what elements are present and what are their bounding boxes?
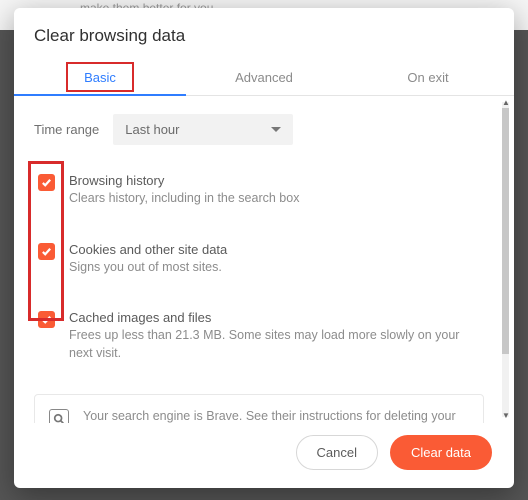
cancel-button-label: Cancel — [317, 445, 357, 460]
check-icon — [41, 246, 52, 257]
option-title: Cookies and other site data — [69, 242, 484, 257]
option-browsing-history: Browsing history Clears history, includi… — [34, 167, 490, 214]
search-engine-note-text: Your search engine is Brave. See their i… — [83, 407, 469, 423]
caret-down-icon — [271, 127, 281, 132]
scrollbar-down-icon: ▼ — [502, 411, 509, 421]
dialog-title: Clear browsing data — [34, 26, 494, 46]
option-cached: Cached images and files Frees up less th… — [34, 304, 490, 368]
dialog-scroll-area: Time range Last hour Browsing history Cl… — [14, 96, 498, 423]
vertical-scrollbar[interactable]: ▲ ▼ — [502, 102, 509, 417]
option-text: Cookies and other site data Signs you ou… — [69, 242, 484, 277]
scrollbar-thumb[interactable] — [502, 108, 509, 354]
time-range-row: Time range Last hour — [34, 114, 490, 145]
dialog-footer: Cancel Clear data — [14, 423, 514, 488]
scrollbar-up-icon: ▲ — [502, 98, 509, 108]
search-engine-note: Your search engine is Brave. See their i… — [34, 394, 484, 423]
tab-advanced-label: Advanced — [235, 70, 293, 85]
time-range-value: Last hour — [125, 122, 179, 137]
tab-on-exit[interactable]: On exit — [346, 58, 510, 95]
options-list: Browsing history Clears history, includi… — [34, 167, 490, 368]
option-title: Browsing history — [69, 173, 484, 188]
tab-on-exit-label: On exit — [407, 70, 448, 85]
dialog-header: Clear browsing data — [14, 8, 514, 54]
tab-advanced[interactable]: Advanced — [182, 58, 346, 95]
dialog-tabs: Basic Advanced On exit — [14, 58, 514, 96]
option-desc: Signs you out of most sites. — [69, 259, 484, 277]
time-range-label: Time range — [34, 122, 99, 137]
option-desc: Clears history, including in the search … — [69, 190, 484, 208]
clear-data-button-label: Clear data — [411, 445, 471, 460]
check-icon — [41, 314, 52, 325]
clear-browsing-data-dialog: Clear browsing data Basic Advanced On ex… — [14, 8, 514, 488]
tab-basic[interactable]: Basic — [18, 58, 182, 95]
cancel-button[interactable]: Cancel — [296, 435, 378, 470]
option-desc: Frees up less than 21.3 MB. Some sites m… — [69, 327, 484, 362]
option-text: Cached images and files Frees up less th… — [69, 310, 484, 362]
option-title: Cached images and files — [69, 310, 484, 325]
option-text: Browsing history Clears history, includi… — [69, 173, 484, 208]
time-range-select[interactable]: Last hour — [113, 114, 293, 145]
option-cookies: Cookies and other site data Signs you ou… — [34, 236, 490, 283]
clear-data-button[interactable]: Clear data — [390, 435, 492, 470]
check-icon — [41, 177, 52, 188]
dialog-body: Time range Last hour Browsing history Cl… — [14, 96, 514, 423]
search-engine-icon — [49, 409, 69, 423]
checkbox-cached[interactable] — [38, 311, 55, 328]
checkbox-cookies[interactable] — [38, 243, 55, 260]
checkbox-browsing-history[interactable] — [38, 174, 55, 191]
tab-basic-label: Basic — [84, 70, 116, 85]
